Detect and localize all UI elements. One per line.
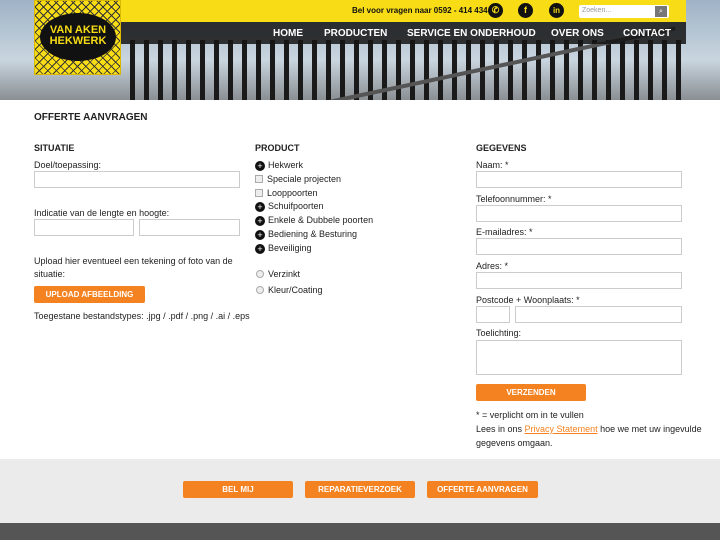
hoogte-input[interactable] [139, 219, 240, 236]
plus-circle-icon[interactable]: + [255, 243, 265, 254]
naam-label: Naam: * [476, 160, 509, 170]
situatie-title: SITUATIE [34, 143, 75, 153]
product-item[interactable]: + Hekwerk [255, 159, 373, 173]
toelichting-textarea[interactable] [476, 340, 682, 375]
product-item[interactable]: + Bediening & Besturing [255, 228, 373, 242]
linkedin-icon[interactable]: in [549, 3, 564, 18]
plus-circle-icon[interactable]: + [255, 202, 265, 213]
product-item[interactable]: + Schuifpoorten [255, 200, 373, 214]
postcode-input[interactable] [476, 306, 510, 323]
nav-contact[interactable]: CONTACT [623, 28, 671, 39]
woonplaats-input[interactable] [515, 306, 682, 323]
privacy-text-line2: gegevens omgaan. [476, 438, 553, 448]
email-input[interactable] [476, 238, 682, 255]
product-item[interactable]: Speciale projecten [255, 173, 373, 187]
privacy-text: Lees in ons Privacy Statement hoe we met… [476, 424, 702, 434]
product-title: PRODUCT [255, 143, 300, 153]
filetypes-text: Toegestane bestandstypes: .jpg / .pdf / … [34, 311, 250, 321]
product-item[interactable]: + Beveiliging [255, 242, 373, 256]
product-item[interactable]: + Enkele & Dubbele poorten [255, 214, 373, 228]
page-title: OFFERTE AANVRAGEN [34, 112, 148, 123]
plus-circle-icon[interactable]: + [255, 216, 265, 227]
logo[interactable]: VAN AKEN HEKWERK [34, 0, 121, 75]
phone-text: Bel voor vragen naar 0592 - 414 434 [352, 6, 488, 15]
privacy-link[interactable]: Privacy Statement [525, 424, 598, 434]
indicatie-label: Indicatie van de lengte en hoogte: [34, 208, 170, 218]
adres-label: Adres: * [476, 261, 509, 271]
nav-producten[interactable]: PRODUCTEN [324, 28, 387, 39]
bel-mij-button[interactable]: BEL MIJ [183, 481, 293, 498]
radio-kleur-coating[interactable]: Kleur/Coating [256, 285, 323, 295]
telefoon-input[interactable] [476, 205, 682, 222]
telefoon-label: Telefoonnummer: * [476, 194, 552, 204]
plus-circle-icon[interactable]: + [255, 161, 265, 171]
radio-verzinkt[interactable]: Verzinkt [256, 269, 300, 279]
adres-input[interactable] [476, 272, 682, 289]
reparatieverzoek-button[interactable]: REPARATIEVERZOEK [305, 481, 415, 498]
toelichting-label: Toelichting: [476, 328, 522, 338]
search-input[interactable]: Zoeken... ⌕ [579, 5, 669, 18]
nav-service[interactable]: SERVICE EN ONDERHOUD [407, 28, 536, 39]
checkbox[interactable] [255, 188, 263, 197]
plus-circle-icon[interactable]: + [255, 229, 265, 240]
checkbox[interactable] [255, 174, 263, 183]
doel-label: Doel/toepassing: [34, 160, 102, 170]
facebook-icon[interactable]: f [518, 3, 533, 18]
phone-icon[interactable]: ✆ [488, 3, 503, 18]
product-item[interactable]: Looppoorten [255, 187, 373, 201]
naam-input[interactable] [476, 171, 682, 188]
verzenden-button[interactable]: VERZENDEN [476, 384, 586, 401]
nav-over-ons[interactable]: OVER ONS [551, 28, 604, 39]
gegevens-title: GEGEVENS [476, 143, 527, 153]
offerte-aanvragen-button[interactable]: OFFERTE AANVRAGEN [427, 481, 538, 498]
postcode-label: Postcode + Woonplaats: * [476, 295, 580, 305]
nav-home[interactable]: HOME [273, 28, 303, 39]
email-label: E-mailadres: * [476, 227, 533, 237]
search-icon[interactable]: ⌕ [655, 6, 667, 17]
lengte-input[interactable] [34, 219, 134, 236]
doel-input[interactable] [34, 171, 240, 188]
upload-text: Upload hier eventueel een tekening of fo… [34, 256, 233, 279]
upload-button[interactable]: UPLOAD AFBEELDING [34, 286, 145, 303]
required-note: * = verplicht om in te vullen [476, 410, 584, 420]
bottom-bar [0, 523, 720, 540]
